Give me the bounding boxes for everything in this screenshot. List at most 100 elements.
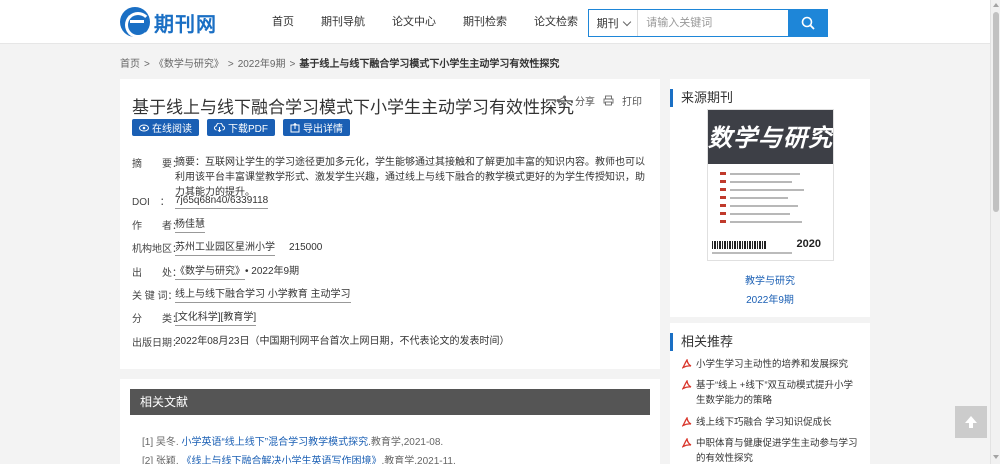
export-details-label: 导出详情 [303,124,343,135]
doc-title-link[interactable]: 《线上与线下融合解决小学生英语写作困境》 [181,456,381,464]
search-button[interactable] [788,9,828,37]
barcode-icon [712,241,766,249]
related-docs-title: 相关文献 [130,389,650,415]
doc-ref-tail: .教育学,2021-11. [381,456,456,464]
cover-decoration [730,205,798,207]
recommend-item[interactable]: 线上线下巧融合 学习知识促成长 [682,415,860,430]
article-tools: 分享 打印 [548,93,642,108]
keywords-row: 关 键 词： 线上与线下融合学习 小学教育 主动学习 [132,287,351,303]
page-scrollbar[interactable] [990,0,1000,464]
chevron-down-icon [622,17,631,26]
recommend-item-label: 中职体育与健康促进学生主动参与学习的有效性探究 [696,438,858,464]
category-links[interactable]: [文化科学][教育学] [175,310,257,326]
nav-item-paper-center[interactable]: 论文中心 [382,0,446,44]
org-link[interactable]: 苏州工业园区星洲小学 [175,240,275,256]
cover-decoration [720,212,726,215]
back-to-top-button[interactable] [955,406,987,438]
eye-icon [139,124,149,131]
cover-decoration [730,189,804,191]
doi-row: DOI ： 7j65q68n40/6339118 [132,193,269,209]
pdf-icon [682,438,692,448]
article-actions: 在线阅读 下载PDF 导出详情 [132,119,358,136]
breadcrumb-separator: > [227,59,234,70]
arrow-up-icon [965,416,977,428]
logo-icon [120,7,151,38]
search-input[interactable] [638,10,789,36]
search-bar: 期刊 [588,9,828,37]
org-zip: 215000 [289,242,323,253]
source-row: 出 处： 《数学与研究》 • 2022年9期 [132,264,299,280]
breadcrumb-issue[interactable]: 2022年9期 [238,59,286,70]
cover-decoration [730,221,802,223]
recommend-item[interactable]: 基于“线上 +线下”双互动模式提升小学生数学能力的策略 [682,378,860,408]
article-title: 基于线上与线下融合学习模式下小学生主动学习有效性探究 [132,98,574,117]
breadcrumb-current: 基于线上与线下融合学习模式下小学生主动学习有效性探究 [299,59,560,70]
cover-decoration [730,181,792,183]
doc-ref-author: [1] 吴冬. [142,437,179,448]
recommend-item[interactable]: 中职体育与健康促进学生主动参与学习的有效性探究 [682,436,860,464]
author-row: 作 者： 杨佳慧 [132,217,205,233]
doi-link[interactable]: 7j65q68n40/6339118 [175,193,269,209]
nav-item-journal-search[interactable]: 期刊检索 [453,0,517,44]
breadcrumb-journal[interactable]: 《数学与研究》 [154,59,224,70]
search-type-select[interactable]: 期刊 [589,10,639,36]
nav-item-paper-search[interactable]: 论文检索 [524,0,588,44]
share-icon [556,95,566,106]
journal-issue-link[interactable]: 2022年9期 [670,291,870,306]
print-button[interactable]: 打印 [603,93,642,108]
cloud-download-icon [214,123,225,132]
search-type-label: 期刊 [596,18,619,30]
keywords-links[interactable]: 线上与线下融合学习 小学教育 主动学习 [175,287,351,303]
share-button[interactable]: 分享 [556,93,595,108]
pdf-icon [682,417,692,427]
cover-decoration [730,213,790,215]
export-details-button[interactable]: 导出详情 [283,119,350,136]
doc-title-link[interactable]: 小学英语“线上线下”混合学习教学模式探究 [181,437,368,448]
cover-decoration [712,252,792,254]
cover-title: 数学与研究 [708,123,833,152]
cover-decoration [720,172,726,175]
nav-item-home[interactable]: 首页 [262,0,304,44]
org-row: 机构地区： 苏州工业园区星洲小学 215000 [132,240,322,256]
breadcrumb: 首页 > 《数学与研究》 >2022年9期 > 基于线上与线下融合学习模式下小学生主动学习… [120,55,559,70]
source-journal-card: 来源期刊 数学与研究 2020 教学与研究 2022年9期 [670,79,870,317]
category-row: 分 类： [文化科学][教育学] [132,310,257,326]
recommend-title: 相关推荐 [670,333,870,351]
author-link[interactable]: 杨佳慧 [175,217,205,233]
cover-decoration [730,197,788,199]
related-docs-section: 相关文献 [1] 吴冬. 小学英语“线上线下”混合学习教学模式探究 .教育学,20… [120,379,660,464]
category-label: 分 类： [132,314,182,325]
recommend-item-label: 线上线下巧融合 学习知识促成长 [696,417,832,428]
cover-decoration [720,204,726,207]
journal-name-link[interactable]: 教学与研究 [670,272,870,287]
scroll-down-arrow-icon[interactable] [993,455,999,459]
site-logo[interactable]: 期刊网 [120,6,217,38]
nav-item-journal-guide[interactable]: 期刊导航 [311,0,375,44]
date-label: 出版日期： [132,338,182,349]
cover-decoration [720,220,726,223]
scroll-thumb[interactable] [993,12,999,212]
share-label: 分享 [575,97,595,108]
keywords-label: 关 键 词： [132,291,178,302]
read-online-label: 在线阅读 [152,124,192,135]
recommend-item-label: 基于“线上 +线下”双互动模式提升小学生数学能力的策略 [696,380,854,406]
doi-label: DOI ： [132,197,170,208]
recommend-item[interactable]: 小学生学习主动性的培养和发展探究 [682,357,860,372]
recommend-item-label: 小学生学习主动性的培养和发展探究 [696,359,849,370]
read-online-button[interactable]: 在线阅读 [132,119,199,136]
cover-decoration [720,188,726,191]
source-journal-title: 来源期刊 [670,89,870,107]
source-journal-link[interactable]: 《数学与研究》 [175,264,245,280]
search-icon [801,16,815,30]
breadcrumb-home[interactable]: 首页 [120,59,140,70]
download-pdf-button[interactable]: 下载PDF [207,119,275,136]
pdf-icon [682,380,692,390]
cover-banner: 数学与研究 [708,110,833,164]
export-icon [290,122,300,132]
recommend-card: 相关推荐 小学生学习主动性的培养和发展探究 基于“线上 +线下”双互动模式提升小… [670,323,870,464]
source-issue: • 2022年9期 [245,266,300,277]
breadcrumb-separator: > [144,59,150,70]
journal-cover-image[interactable]: 数学与研究 2020 [707,109,834,261]
scroll-up-arrow-icon[interactable] [993,3,999,7]
cover-decoration [720,180,726,183]
